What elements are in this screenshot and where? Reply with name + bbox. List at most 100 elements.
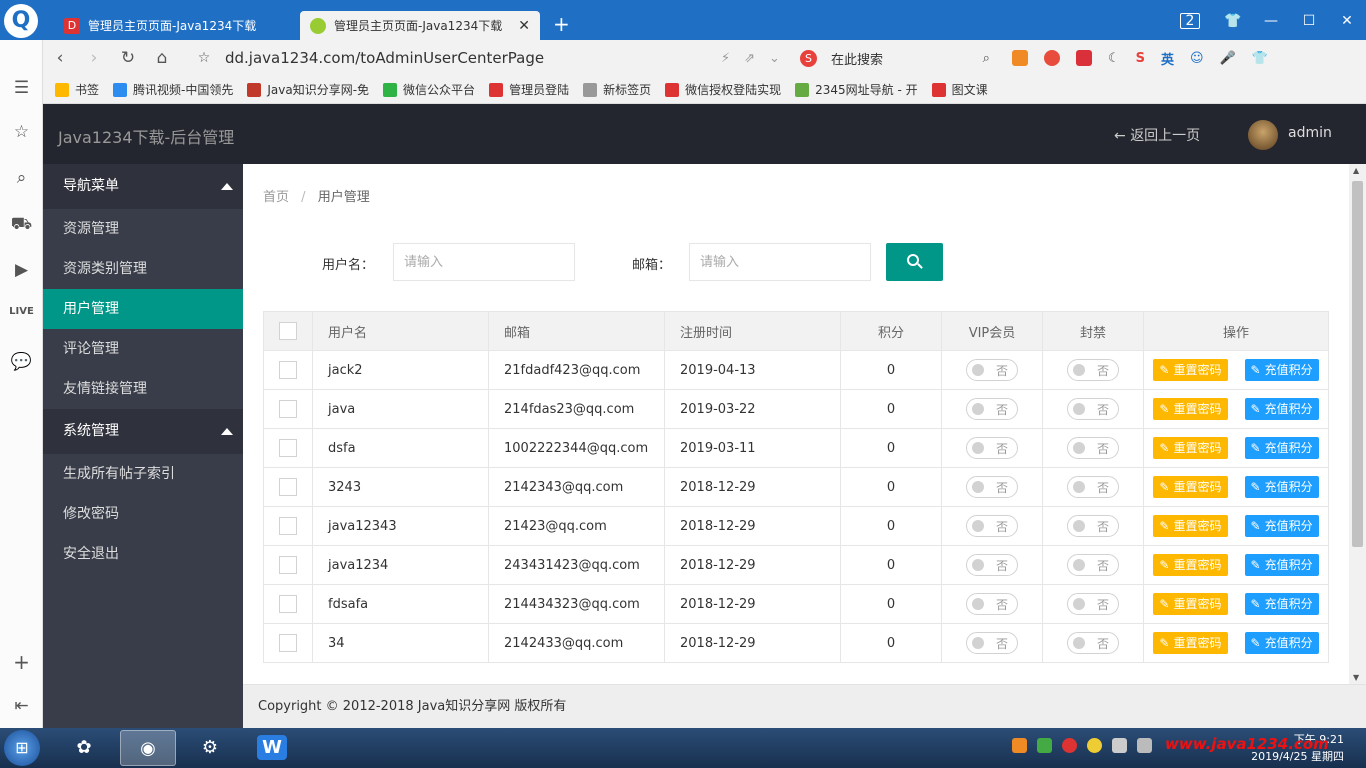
vip-toggle[interactable]: 否 [966,398,1018,420]
bookmark-item[interactable]: 图文课 [931,81,988,98]
back-icon[interactable]: ‹ [43,48,77,68]
breadcrumb-home[interactable]: 首页 [263,190,289,205]
sidebar-item-resource-types[interactable]: 资源类别管理 [43,249,243,289]
shield-icon[interactable] [1037,738,1052,753]
ime-logo-icon[interactable]: S [1136,51,1145,66]
vip-toggle[interactable]: 否 [966,515,1018,537]
reset-password-button[interactable]: ✎ 重置密码 [1153,398,1228,420]
bookmarks-folder[interactable]: 书签 [55,81,99,98]
bookmark-item[interactable]: 管理员登陆 [489,81,569,98]
sidebar-item-change-password[interactable]: 修改密码 [43,494,243,534]
scroll-thumb[interactable] [1352,181,1363,547]
ime-mode[interactable]: 英 [1161,49,1174,68]
scroll-up-icon[interactable]: ▲ [1353,166,1359,175]
row-checkbox[interactable] [279,517,297,535]
ban-toggle[interactable]: 否 [1067,593,1119,615]
maximize-button[interactable]: ☐ [1290,13,1328,29]
reset-password-button[interactable]: ✎ 重置密码 [1153,593,1228,615]
recharge-points-button[interactable]: ✎ 充值积分 [1244,593,1319,615]
recharge-points-button[interactable]: ✎ 充值积分 [1244,632,1319,654]
vip-toggle[interactable]: 否 [966,476,1018,498]
vip-toggle[interactable]: 否 [966,359,1018,381]
row-checkbox[interactable] [279,439,297,457]
game-icon[interactable] [1011,50,1028,66]
recharge-points-button[interactable]: ✎ 充值积分 [1244,359,1319,381]
reset-password-button[interactable]: ✎ 重置密码 [1153,554,1228,576]
recharge-points-button[interactable]: ✎ 充值积分 [1244,515,1319,537]
recharge-points-button[interactable]: ✎ 充值积分 [1244,437,1319,459]
vip-toggle[interactable]: 否 [966,632,1018,654]
page-scrollbar[interactable]: ▲ ▼ [1349,164,1366,684]
row-checkbox[interactable] [279,478,297,496]
nav-group-system[interactable]: 系统管理 [43,409,243,454]
chevron-down-icon[interactable]: ⌄ [769,51,780,66]
star-icon[interactable]: ☆ [0,122,43,142]
sidebar-item-generate-index[interactable]: 生成所有帖子索引 [43,454,243,494]
search-button[interactable] [886,243,943,281]
window-count-badge[interactable]: 2 [1180,13,1200,29]
mic-icon[interactable]: 🎤 [1220,51,1236,66]
search-engine-box[interactable]: S 在此搜索 ⌕ [799,49,990,68]
cart-icon[interactable]: ⛟ [0,214,43,236]
taskbar-app-eclipse[interactable]: ⚙ [182,730,238,766]
avatar[interactable] [1248,120,1278,150]
ban-toggle[interactable]: 否 [1067,437,1119,459]
reload-icon[interactable]: ↻ [111,48,145,68]
tab-admin-page-1[interactable]: D 管理员主页页面-Java1234下载 [54,11,294,40]
reset-password-button[interactable]: ✎ 重置密码 [1153,437,1228,459]
ban-toggle[interactable]: 否 [1067,632,1119,654]
ban-toggle[interactable]: 否 [1067,476,1119,498]
url-field[interactable]: dd.java1234.com/toAdminUserCenterPage [225,49,705,67]
new-tab-button[interactable]: + [553,12,570,36]
sogou-icon[interactable]: S [799,49,817,67]
ban-toggle[interactable]: 否 [1067,359,1119,381]
vip-toggle[interactable]: 否 [966,437,1018,459]
row-checkbox[interactable] [279,556,297,574]
tab-admin-page-2[interactable]: 管理员主页页面-Java1234下载 ✕ [300,11,540,40]
sidebar-item-links[interactable]: 友情链接管理 [43,369,243,409]
sidebar-item-comments[interactable]: 评论管理 [43,329,243,369]
plus-tray-icon[interactable] [1087,738,1102,753]
select-all-checkbox[interactable] [279,322,297,340]
reset-password-button[interactable]: ✎ 重置密码 [1153,515,1228,537]
row-checkbox[interactable] [279,595,297,613]
reset-password-button[interactable]: ✎ 重置密码 [1153,476,1228,498]
home-icon[interactable]: ⌂ [145,48,179,68]
browser-logo-icon[interactable]: Q [4,4,38,38]
email-input[interactable] [689,243,871,281]
sidebar-item-logout[interactable]: 安全退出 [43,534,243,574]
video-icon[interactable]: ▶ [0,260,43,280]
start-button[interactable]: ⊞ [4,730,40,766]
row-checkbox[interactable] [279,361,297,379]
back-link[interactable]: ← 返回上一页 [1114,125,1200,145]
shirt-small-icon[interactable]: 👕 [1252,51,1268,66]
bookmark-item[interactable]: 新标签页 [583,81,651,98]
bookmark-item[interactable]: 腾讯视频-中国领先 [113,81,233,98]
extension-icon[interactable] [1043,50,1060,66]
notes-icon[interactable]: ☰ [0,78,43,98]
vip-toggle[interactable]: 否 [966,593,1018,615]
chat-icon[interactable]: 💬 [0,352,43,372]
network-icon[interactable] [1112,738,1127,753]
bookmark-item[interactable]: 微信公众平台 [383,81,475,98]
share-icon[interactable]: ⇗ [744,51,755,66]
discount-icon[interactable] [1075,50,1092,66]
reset-password-button[interactable]: ✎ 重置密码 [1153,632,1228,654]
search-icon[interactable]: ⌕ [0,168,43,188]
admin-username[interactable]: admin [1288,125,1332,141]
recharge-points-button[interactable]: ✎ 充值积分 [1244,554,1319,576]
scroll-down-icon[interactable]: ▼ [1353,673,1359,682]
username-input[interactable] [393,243,575,281]
lightning-icon[interactable]: ⚡ [721,51,730,66]
bookmark-star-icon[interactable]: ☆ [187,50,221,66]
forward-icon[interactable]: › [77,48,111,68]
recharge-points-button[interactable]: ✎ 充值积分 [1244,476,1319,498]
close-window-button[interactable]: ✕ [1328,13,1366,29]
taskbar-app-browser[interactable]: ◉ [120,730,176,766]
magnifier-icon[interactable]: ⌕ [983,51,990,66]
monitor-icon[interactable] [1137,738,1152,753]
ban-toggle[interactable]: 否 [1067,554,1119,576]
close-tab-icon[interactable]: ✕ [518,18,530,34]
ban-toggle[interactable]: 否 [1067,398,1119,420]
taskbar-app-photos[interactable]: ✿ [56,730,112,766]
